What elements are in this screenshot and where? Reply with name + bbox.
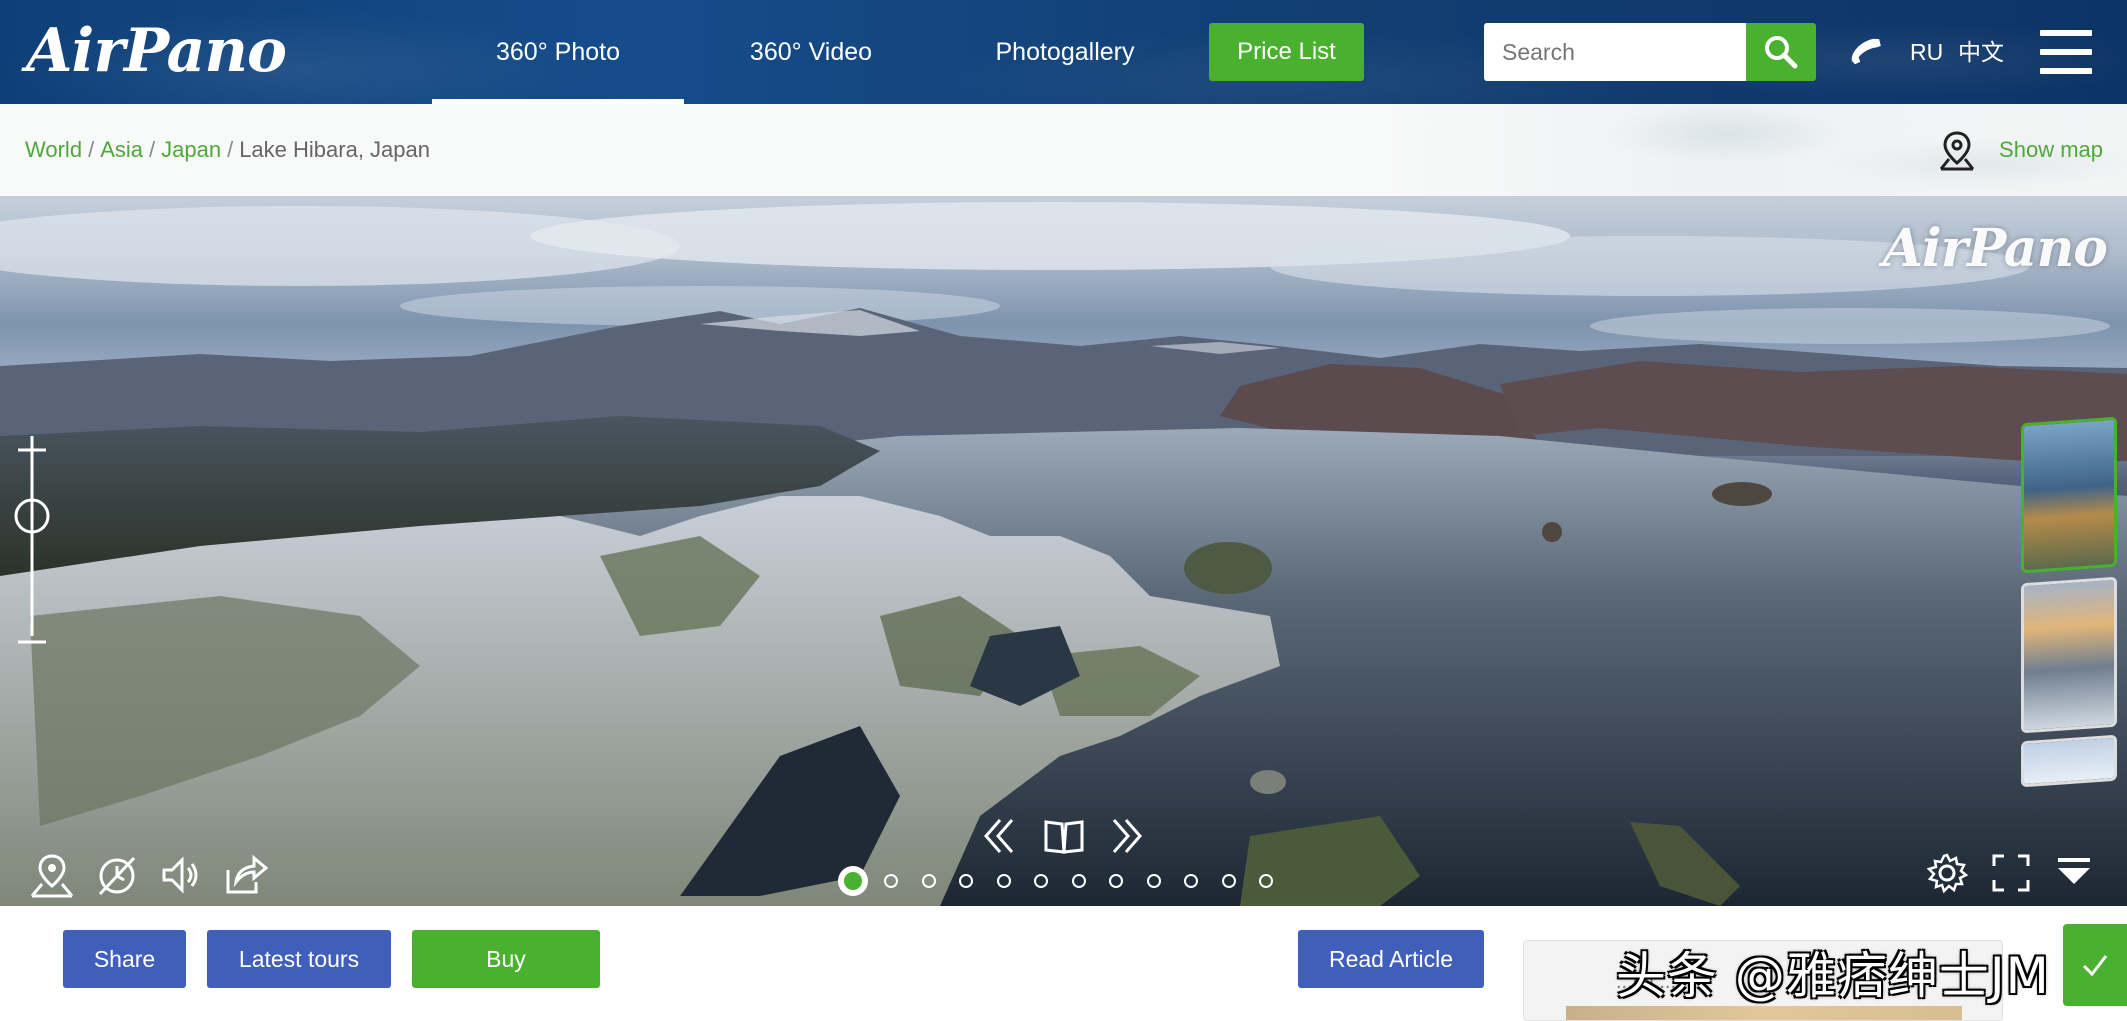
fullscreen-icon[interactable] [1990, 852, 2032, 894]
map-pin-icon [1939, 131, 1975, 171]
pagination-dot[interactable] [996, 874, 1011, 888]
thumbnail-1[interactable] [2021, 416, 2117, 574]
pano-watermark-logo: AirPano [1882, 218, 2108, 279]
breadcrumb: World / Asia / Japan / Lake Hibara, Japan [25, 137, 430, 162]
autorotate-off-icon[interactable] [94, 852, 140, 898]
nav-photogallery[interactable]: Photogallery [950, 0, 1180, 104]
airpano-logo[interactable]: AirPano [26, 14, 287, 88]
hamburger-menu-icon[interactable] [2040, 30, 2092, 74]
check-icon [2082, 955, 2108, 977]
lang-ru-link[interactable]: RU [1910, 0, 1943, 104]
thumbnail-2[interactable] [2021, 576, 2117, 734]
nav-360-photo[interactable]: 360° Photo [432, 0, 684, 104]
pagination-dot[interactable] [1221, 874, 1236, 888]
share-icon[interactable] [220, 850, 268, 898]
lang-zh-link[interactable]: 中文 [1958, 0, 2004, 104]
pagination-dot[interactable] [838, 866, 868, 896]
thumbnail-3[interactable] [2021, 734, 2117, 788]
phone-icon[interactable] [1848, 32, 1888, 72]
next-tour-icon[interactable] [1110, 816, 1146, 856]
pagination-dot[interactable] [1109, 874, 1123, 888]
pagination-dot[interactable] [1034, 874, 1048, 888]
side-tab-button[interactable] [2063, 924, 2127, 1006]
site-header: AirPano 360° Photo 360° Video Photogalle… [0, 0, 2127, 104]
breadcrumb-world[interactable]: World [25, 137, 82, 162]
breadcrumb-japan[interactable]: Japan [161, 137, 221, 162]
search-button[interactable] [1746, 23, 1816, 81]
book-icon[interactable] [1042, 816, 1086, 856]
read-article-button[interactable]: Read Article [1298, 930, 1484, 988]
panorama-viewer[interactable]: AirPano [0, 196, 2127, 906]
pagination-dot[interactable] [1259, 874, 1273, 888]
pagination-dot[interactable] [1071, 874, 1086, 888]
location-pin-icon[interactable] [28, 852, 76, 898]
related-tour-image [1566, 1006, 1962, 1020]
collapse-panel-icon[interactable] [2054, 852, 2094, 892]
source-watermark: 头条 @雅痞绅士JM [1616, 947, 2050, 1005]
share-button[interactable]: Share [63, 930, 186, 988]
previous-tour-icon[interactable] [980, 816, 1016, 856]
pagination-dot[interactable] [921, 874, 936, 888]
zoom-slider[interactable] [12, 436, 52, 666]
search-input[interactable] [1484, 23, 1746, 81]
breadcrumb-current: Lake Hibara, Japan [239, 137, 430, 162]
pagination-dot[interactable] [959, 874, 973, 888]
buy-button[interactable]: Buy [412, 930, 600, 988]
nav-360-video[interactable]: 360° Video [700, 0, 922, 104]
sound-icon[interactable] [158, 852, 204, 898]
pagination-dot[interactable] [1184, 874, 1198, 888]
show-map-label: Show map [1999, 137, 2103, 162]
settings-gear-icon[interactable] [1926, 852, 1968, 894]
latest-tours-button[interactable]: Latest tours [207, 930, 391, 988]
breadcrumb-asia[interactable]: Asia [100, 137, 143, 162]
price-list-button[interactable]: Price List [1209, 23, 1364, 81]
pagination-dot[interactable] [1146, 874, 1161, 888]
show-map-link[interactable]: Show map [1937, 128, 2103, 172]
tour-thumbnails [2017, 416, 2127, 788]
pagination-dot[interactable] [884, 874, 898, 888]
panorama-image [0, 202, 2127, 906]
pano-pagination [838, 866, 1297, 896]
search-icon [1765, 36, 1798, 69]
